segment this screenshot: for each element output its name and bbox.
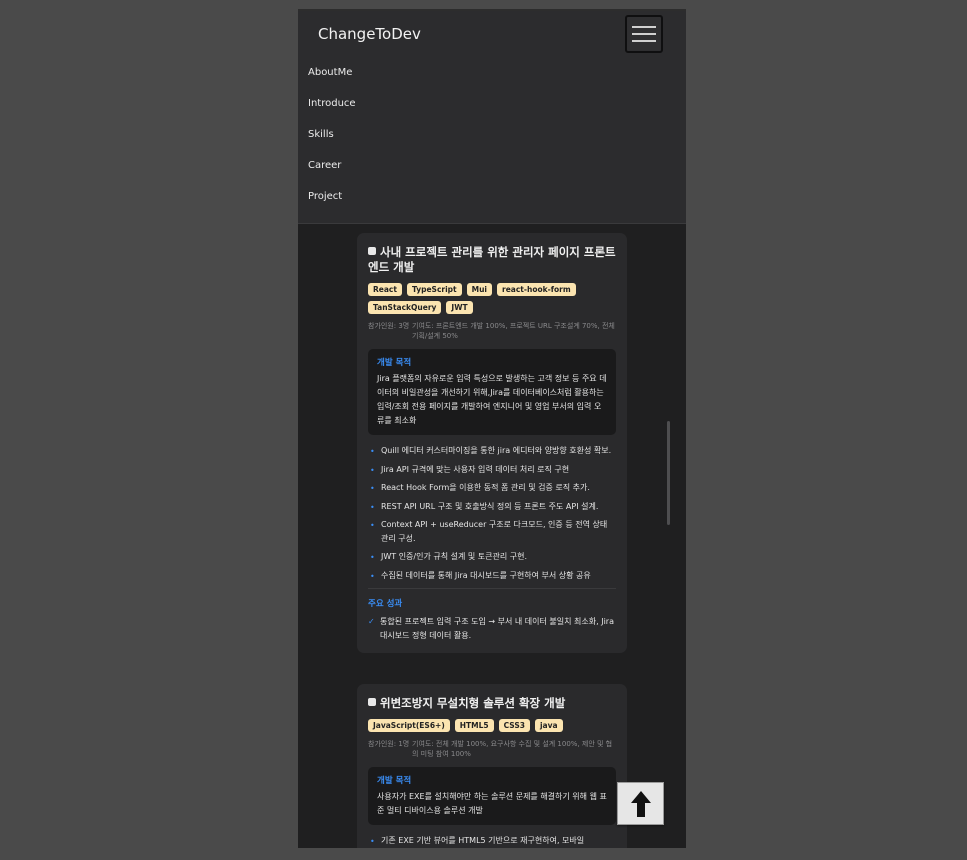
participants-count: 참가인원: 1명 xyxy=(368,740,410,748)
list-item-text: 기존 EXE 기반 뷰어를 HTML5 기반으로 재구현하여, 모바일 xyxy=(381,836,585,845)
list-item-text: JWT 인증/인가 규칙 설계 및 토큰관리 구현. xyxy=(381,552,528,561)
feature-list: • 기존 EXE 기반 뷰어를 HTML5 기반으로 재구현하여, 모바일 xyxy=(368,834,616,848)
purpose-text: Jira 플랫폼의 자유로운 입력 특성으로 발생하는 고객 정보 등 주요 데… xyxy=(377,374,607,425)
page-viewport: ChangeToDev AboutMe Introduce Skills Car… xyxy=(298,9,686,848)
nav-item-project[interactable]: Project xyxy=(308,191,356,222)
bullet-icon: • xyxy=(370,837,375,846)
tech-tags: React TypeScript Mui react-hook-form Tan… xyxy=(368,283,616,314)
scrollbar-thumb[interactable] xyxy=(667,421,670,525)
nav-item-career[interactable]: Career xyxy=(308,160,356,191)
nav-menu: AboutMe Introduce Skills Career Project xyxy=(308,67,356,222)
bullet-icon: • xyxy=(370,484,375,493)
tech-tag: React xyxy=(368,283,402,296)
tech-tag: TanStackQuery xyxy=(368,301,442,314)
nav-item-skills[interactable]: Skills xyxy=(308,129,356,160)
brand-logo[interactable]: ChangeToDev xyxy=(318,25,421,43)
list-item-text: 수집된 데이터를 통해 Jira 대시보드를 구현하여 부서 상황 공유 xyxy=(381,570,591,580)
bullet-icon: • xyxy=(370,521,375,530)
list-item: • Jira API 규격에 맞는 사용자 입력 데이터 처리 로직 구현 xyxy=(368,463,616,477)
top-navigation: ChangeToDev AboutMe Introduce Skills Car… xyxy=(298,11,686,224)
project-title-text: 위변조방지 무설치형 솔루션 확장 개발 xyxy=(380,696,566,710)
project-title-text: 사내 프로젝트 관리를 위한 관리자 페이지 프론트엔드 개발 xyxy=(368,245,616,274)
project-meta: 참가인원: 1명 기여도: 전체 개발 100%, 요구사항 수집 및 설계 1… xyxy=(368,739,616,759)
check-icon: ✓ xyxy=(368,617,375,626)
list-item-text: Quill 에디터 커스터마이징을 통한 jira 에디터와 양방향 호환성 확… xyxy=(381,446,612,455)
tech-tags: JavaScript(ES6+) HTML5 CSS3 java xyxy=(368,719,616,732)
tech-tag: JWT xyxy=(446,301,473,314)
list-item-text: Jira API 규격에 맞는 사용자 입력 데이터 처리 로직 구현 xyxy=(381,464,570,474)
list-item-text: React Hook Form을 이용한 동적 폼 관리 및 검증 로직 추가. xyxy=(381,483,590,492)
hamburger-menu-icon[interactable] xyxy=(625,15,663,53)
hamburger-bar xyxy=(632,40,656,42)
bullet-icon: • xyxy=(370,447,375,456)
hamburger-bar xyxy=(632,33,656,35)
purpose-heading: 개발 목적 xyxy=(377,776,412,786)
divider xyxy=(368,588,616,589)
hamburger-bar xyxy=(632,26,656,28)
tech-tag: HTML5 xyxy=(454,719,494,732)
tech-tag: Mui xyxy=(466,283,492,296)
nav-item-introduce[interactable]: Introduce xyxy=(308,98,356,129)
project-card: 사내 프로젝트 관리를 위한 관리자 페이지 프론트엔드 개발 React Ty… xyxy=(357,233,627,653)
bullet-icon: • xyxy=(370,553,375,562)
tech-tag: java xyxy=(534,719,563,732)
list-item: • 기존 EXE 기반 뷰어를 HTML5 기반으로 재구현하여, 모바일 xyxy=(368,834,616,848)
list-item: • Quill 에디터 커스터마이징을 통한 jira 에디터와 양방향 호환성 … xyxy=(368,444,616,458)
contribution-text: 기여도: 전체 개발 100%, 요구사항 수집 및 설계 100%, 제안 및… xyxy=(412,740,613,758)
tech-tag: CSS3 xyxy=(498,719,530,732)
feature-list: • Quill 에디터 커스터마이징을 통한 jira 에디터와 양방향 호환성 … xyxy=(368,444,616,582)
list-item-text: Context API + useReducer 구조로 다크모드, 인증 등 … xyxy=(381,520,608,543)
result-text: 통합된 프로젝트 입력 구조 도입 → 부서 내 데이터 불일치 최소화, Ji… xyxy=(380,617,614,640)
bullet-icon: • xyxy=(370,502,375,512)
list-item: • 수집된 데이터를 통해 Jira 대시보드를 구현하여 부서 상황 공유 xyxy=(368,569,616,583)
project-meta: 참가인원: 3명 기여도: 프론트엔드 개발 100%, 프로젝트 URL 구조… xyxy=(368,321,616,341)
contribution-text: 기여도: 프론트엔드 개발 100%, 프로젝트 URL 구조설계 70%, 전… xyxy=(412,322,615,340)
purpose-box: 개발 목적 Jira 플랫폼의 자유로운 입력 특성으로 발생하는 고객 정보 … xyxy=(368,349,616,435)
purpose-heading: 개발 목적 xyxy=(377,358,412,368)
tech-tag: TypeScript xyxy=(406,283,462,296)
list-item: • JWT 인증/인가 규칙 설계 및 토큰관리 구현. xyxy=(368,550,616,564)
arrow-up-icon xyxy=(630,790,651,817)
project-title: 위변조방지 무설치형 솔루션 확장 개발 xyxy=(368,696,616,711)
project-title: 사내 프로젝트 관리를 위한 관리자 페이지 프론트엔드 개발 xyxy=(368,245,616,275)
bullet-icon: • xyxy=(370,571,375,581)
result-item: ✓ 통합된 프로젝트 입력 구조 도입 → 부서 내 데이터 불일치 최소화, J… xyxy=(368,615,616,643)
square-icon xyxy=(368,247,376,255)
purpose-box: 개발 목적 사용자가 EXE를 설치해야만 하는 솔루션 문제를 해결하기 위해… xyxy=(368,767,616,825)
result-heading: 주요 성과 xyxy=(368,599,403,609)
project-card: 위변조방지 무설치형 솔루션 확장 개발 JavaScript(ES6+) HT… xyxy=(357,684,627,848)
list-item: • React Hook Form을 이용한 동적 폼 관리 및 검증 로직 추가… xyxy=(368,481,616,495)
bullet-icon: • xyxy=(370,465,375,475)
list-item: • Context API + useReducer 구조로 다크모드, 인증 등… xyxy=(368,518,616,545)
tech-tag: JavaScript(ES6+) xyxy=(368,719,450,732)
tech-tag: react-hook-form xyxy=(497,283,576,296)
square-icon xyxy=(368,698,376,706)
scroll-to-top-button[interactable] xyxy=(617,782,664,825)
list-item: • REST API URL 구조 및 호출방식 정의 등 프론트 주도 API … xyxy=(368,500,616,514)
list-item-text: REST API URL 구조 및 호출방식 정의 등 프론트 주도 API 설… xyxy=(381,501,599,511)
purpose-text: 사용자가 EXE를 설치해야만 하는 솔루션 문제를 해결하기 위해 웹 표준 … xyxy=(377,792,607,815)
nav-item-aboutme[interactable]: AboutMe xyxy=(308,67,356,98)
participants-count: 참가인원: 3명 xyxy=(368,322,410,330)
